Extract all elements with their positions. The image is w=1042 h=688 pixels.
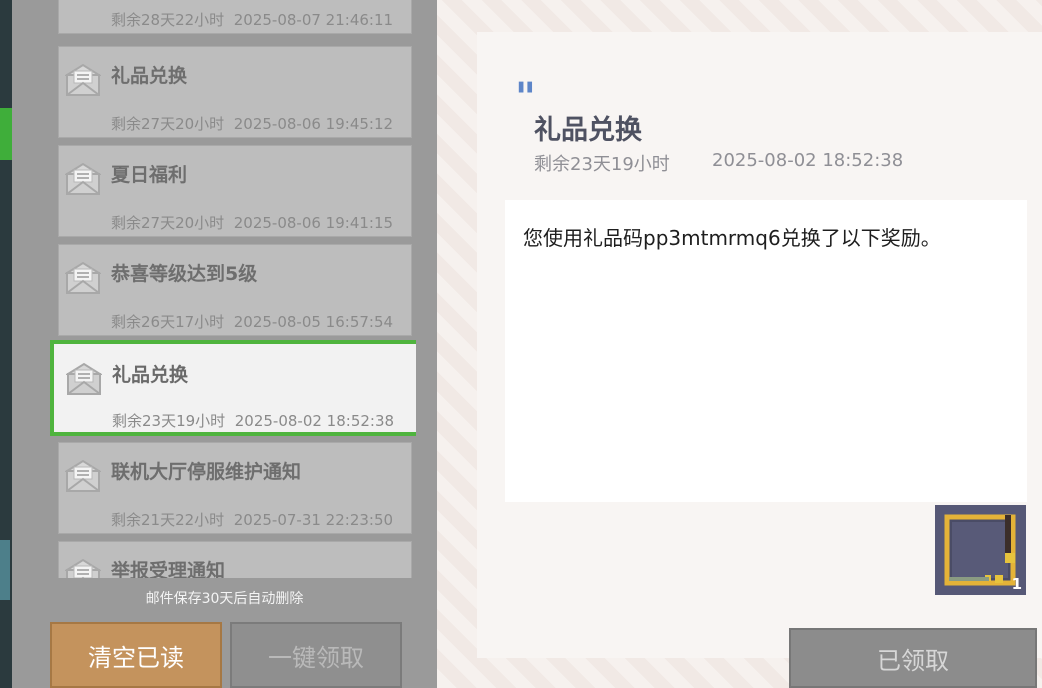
envelope-icon [66,362,102,395]
envelope-icon [65,162,101,195]
envelope-icon [65,63,101,96]
mail-list-item[interactable]: 礼品兑换 剩余27天20小时 2025-08-06 19:45:12 [58,46,412,138]
clear-read-button[interactable]: 清空已读 [50,622,222,688]
mail-detail-panel: " 礼品兑换 剩余23天19小时 2025-08-02 18:52:38 您使用… [437,0,1042,688]
mail-title: 联机大厅停服维护通知 [111,461,302,483]
mail-list-item[interactable]: 剩余28天22小时 2025-08-07 21:46:11 [58,0,412,34]
detail-remaining: 剩余23天19小时 [534,154,670,175]
claimed-button[interactable]: 已领取 [789,628,1037,688]
claim-all-button[interactable]: 一键领取 [230,622,402,688]
mail-body: 您使用礼品码pp3mtmrmq6兑换了以下奖励。 [505,200,1027,502]
mail-list[interactable]: 剩余28天22小时 2025-08-07 21:46:11 礼品兑换 剩余27天… [46,0,416,578]
mail-body-text: 您使用礼品码pp3mtmrmq6兑换了以下奖励。 [523,226,941,250]
mail-meta: 剩余28天22小时 2025-08-07 21:46:11 [111,11,394,29]
envelope-icon [65,459,101,492]
quote-mark-icon: " [515,75,536,121]
reward-count: 1 [1011,575,1022,593]
mail-list-item[interactable]: 恭喜等级达到5级 剩余26天17小时 2025-08-05 16:57:54 [58,244,412,336]
mail-title: 礼品兑换 [112,364,189,386]
mail-meta: 剩余27天20小时 2025-08-06 19:45:12 [111,115,394,133]
mail-list-item[interactable]: 联机大厅停服维护通知 剩余21天22小时 2025-07-31 22:23:50 [58,442,412,534]
detail-date: 2025-08-02 18:52:38 [712,150,904,171]
envelope-icon [65,261,101,294]
mail-meta: 剩余27天20小时 2025-08-06 19:41:15 [111,214,394,232]
mail-meta: 剩余21天22小时 2025-07-31 22:23:50 [111,511,394,529]
reward-item[interactable]: 1 [935,505,1026,595]
mail-list-panel: 剩余28天22小时 2025-08-07 21:46:11 礼品兑换 剩余27天… [12,0,437,688]
mail-meta: 剩余26天17小时 2025-08-05 16:57:54 [111,313,394,331]
envelope-icon [65,558,101,578]
mail-title: 夏日福利 [111,164,188,186]
mail-title: 举报受理通知 [111,560,226,578]
mail-list-item[interactable]: 举报受理通知 [58,541,412,578]
mail-title: 恭喜等级达到5级 [111,263,258,285]
mail-meta: 剩余23天19小时 2025-08-02 18:52:38 [112,412,395,430]
retention-note: 邮件保存30天后自动删除 [145,591,304,607]
edge-marker [0,540,10,600]
mail-list-item[interactable]: 夏日福利 剩余27天20小时 2025-08-06 19:41:15 [58,145,412,237]
mail-list-item-selected[interactable]: 礼品兑换 剩余23天19小时 2025-08-02 18:52:38 [50,340,416,436]
detail-title: 礼品兑换 [534,115,642,146]
mail-title: 礼品兑换 [111,65,188,87]
